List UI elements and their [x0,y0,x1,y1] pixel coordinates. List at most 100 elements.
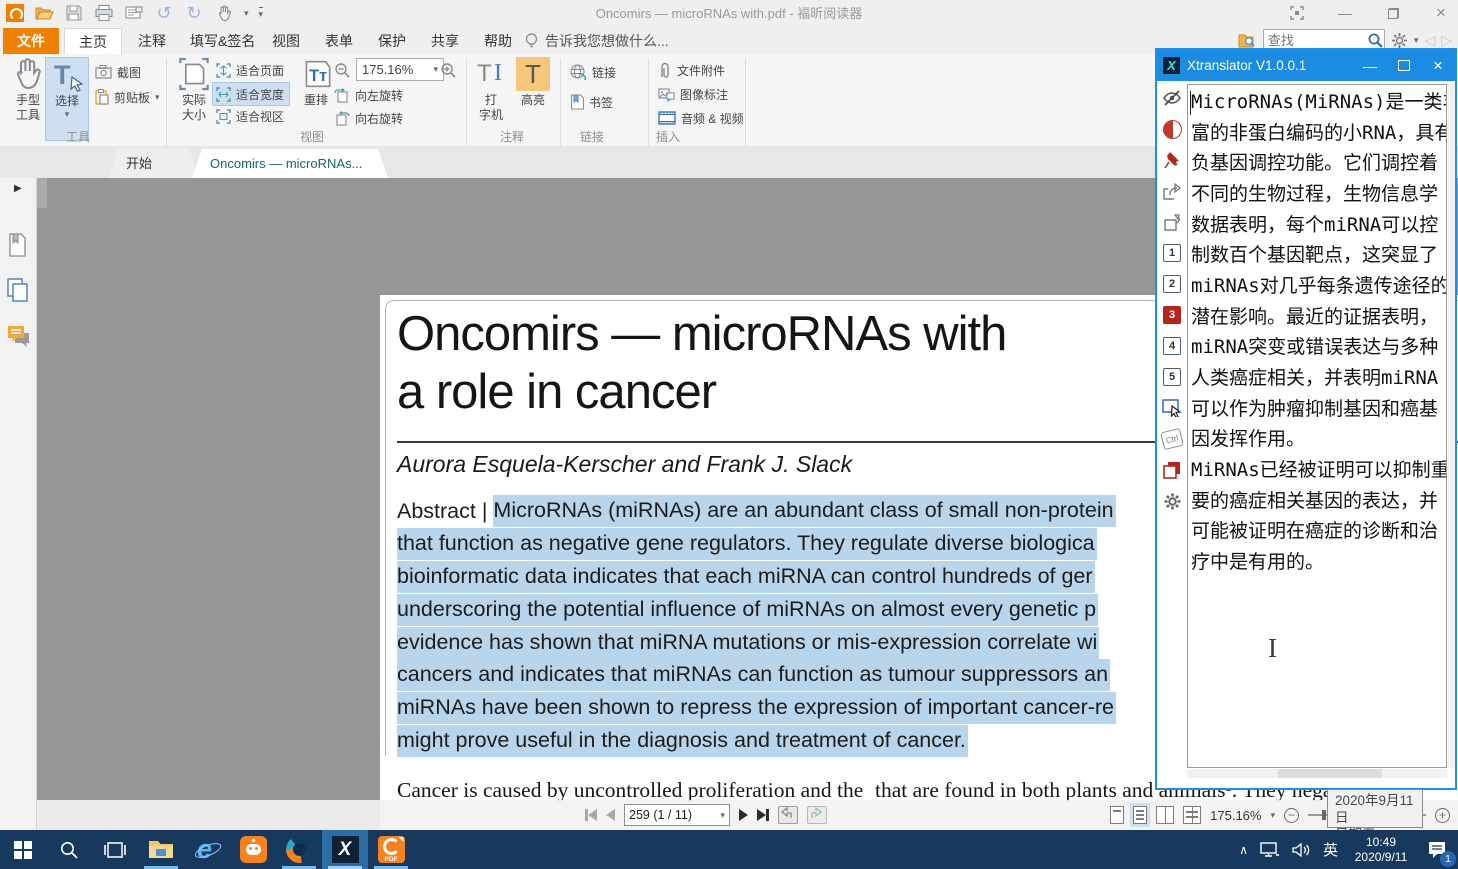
status-zoom-dropdown[interactable]: ▾ [1270,810,1275,821]
menu-tab-fill-sign[interactable]: 填写&签名 [176,28,269,54]
bookmarks-panel-icon[interactable] [7,233,29,257]
engine-3-button-active[interactable]: 3 [1162,305,1182,325]
page-number-combobox[interactable]: 259 (1 / 11) ▾ [624,804,730,826]
actual-size-button[interactable]: 实际 大小 [172,57,216,123]
previous-page-button[interactable] [606,809,615,821]
tell-me-box[interactable]: 告诉我您想做什么... [525,28,669,54]
ctrl-key-icon[interactable]: Ctrl [1162,429,1182,449]
xtranslator-taskbar-button[interactable]: X [322,830,368,869]
close-button[interactable]: × [1428,2,1454,24]
menu-tab-file[interactable]: 文件 [3,28,59,54]
facing-continuous-view-icon[interactable] [1183,806,1201,824]
find-dropdown[interactable]: ▾ [1414,35,1419,46]
pin-icon[interactable] [1162,150,1182,170]
sidebar-scrollbar-thumb[interactable] [37,178,47,208]
settings-gear-icon[interactable] [1162,491,1182,511]
panel-hscroll-thumb[interactable] [1278,769,1382,778]
find-settings-gear-icon[interactable] [1391,32,1408,49]
find-previous-icon[interactable]: ◁ [1424,32,1435,49]
menu-tab-home[interactable]: 主页 [64,28,122,54]
bookmark-button[interactable]: 书签 [570,92,613,112]
show-hidden-icons[interactable]: ∧ [1239,843,1248,857]
zoom-in-circle-button[interactable]: + [1435,808,1450,823]
email-icon[interactable] [124,3,144,23]
browser-app-button[interactable] [276,830,322,869]
hand-tool-button[interactable]: 手型 工具 [6,57,50,123]
menu-tab-help[interactable]: 帮助 [470,28,526,54]
menu-tab-share[interactable]: 共享 [417,28,473,54]
network-icon[interactable] [1260,842,1280,858]
engine-1-button[interactable]: 1 [1162,243,1182,263]
internet-explorer-button[interactable]: e [184,830,230,869]
save-icon[interactable] [64,3,84,23]
zoom-slider-thumb[interactable] [1322,810,1326,820]
find-go-icon[interactable] [1366,32,1384,49]
hand-tool-quick-icon[interactable] [214,3,234,23]
status-zoom-level[interactable]: 175.16% [1210,808,1261,823]
menu-tab-comment[interactable]: 注释 [124,28,180,54]
image-annotation-button[interactable]: 图像标注 [658,84,728,104]
hand-tool-dropdown[interactable]: ▾ [244,8,249,19]
customize-toolbar-icon[interactable]: ▾ [259,7,264,20]
share-forward-icon[interactable] [1162,181,1182,201]
engine-2-button[interactable]: 2 [1162,274,1182,294]
taskbar-clock[interactable]: 10:49 2020/9/11 [1350,835,1412,865]
thumbnails-panel-icon[interactable] [7,278,29,302]
select-capture-icon[interactable] [1162,398,1182,418]
zoom-out-circle-button[interactable]: − [1284,808,1299,823]
clipboard-button[interactable]: 剪贴板 ▾ [95,87,160,107]
redo-translate-icon[interactable] [1162,212,1182,232]
panel-minimize-button[interactable]: — [1353,50,1387,81]
toggle-translate-icon[interactable] [1162,119,1182,139]
taskbar-search-button[interactable] [46,830,92,869]
fit-visible-button[interactable]: 适合视区 [216,106,284,126]
panel-horizontal-scrollbar[interactable] [1187,769,1447,778]
fit-page-button[interactable]: 适合页面 [216,60,284,80]
panel-maximize-button[interactable] [1387,50,1421,81]
find-next-icon[interactable]: ▷ [1441,32,1452,49]
zoom-level-combobox[interactable]: 175.16% ▾ [356,58,444,81]
last-page-button[interactable] [757,809,769,821]
file-attachment-button[interactable]: 文件附件 [658,60,725,80]
rotate-right-button[interactable]: 向右旋转 [334,108,403,128]
menu-tab-protect[interactable]: 保护 [364,28,420,54]
comments-panel-icon[interactable] [7,325,29,349]
typewriter-button[interactable]: T I 打 字机 [470,57,512,123]
select-dropdown[interactable]: ▾ [65,109,70,120]
start-button[interactable] [0,830,46,869]
translation-text-area[interactable]: MicroRNAs(MiRNAs)是一类丰 富的非蛋白编码的小RNA，具有 负基… [1187,84,1447,768]
zoom-out-button[interactable] [334,60,351,80]
fit-width-button[interactable]: 适合宽度 [212,82,290,106]
first-page-button[interactable] [585,809,597,821]
file-explorer-button[interactable] [138,830,184,869]
link-button[interactable]: 链接 [570,62,616,82]
reflow-button[interactable]: Tт 重排 [294,57,338,108]
rotate-left-button[interactable]: 向左旋转 [334,85,403,105]
audio-video-button[interactable]: 音频 & 视频 [658,108,744,128]
find-input[interactable] [1264,33,1366,48]
panel-vertical-scrollbar[interactable] [1448,84,1455,768]
sidebar-expand-icon[interactable]: ▶ [14,183,22,194]
input-language-indicator[interactable]: 英 [1323,839,1338,860]
tab-document[interactable]: Oncomirs — microRNAs... × [192,149,388,178]
continuous-view-icon[interactable] [1133,806,1147,824]
task-view-button[interactable] [92,830,138,869]
print-icon[interactable] [94,3,114,23]
highlight-button[interactable]: T 高亮 [512,57,554,108]
minimize-button[interactable]: — [1332,2,1358,24]
open-file-icon[interactable] [34,3,54,23]
hide-eye-icon[interactable] [1162,88,1182,108]
ui-options-icon[interactable] [1284,2,1310,24]
volume-icon[interactable] [1292,842,1311,858]
redo-icon[interactable]: ↻ [184,3,204,23]
previous-view-icon[interactable] [778,806,798,824]
next-view-icon[interactable] [807,806,827,824]
menu-tab-view[interactable]: 视图 [258,28,314,54]
action-center-icon[interactable]: 1 [1424,837,1450,863]
next-page-button[interactable] [739,809,748,821]
engine-5-button[interactable]: 5 [1162,367,1182,387]
xtranslator-title-bar[interactable]: X Xtranslator V1.0.0.1 — × [1157,50,1455,81]
search-folder-icon[interactable] [1238,32,1257,49]
undo-icon[interactable]: ↺ [154,3,174,23]
engine-4-button[interactable]: 4 [1162,336,1182,356]
